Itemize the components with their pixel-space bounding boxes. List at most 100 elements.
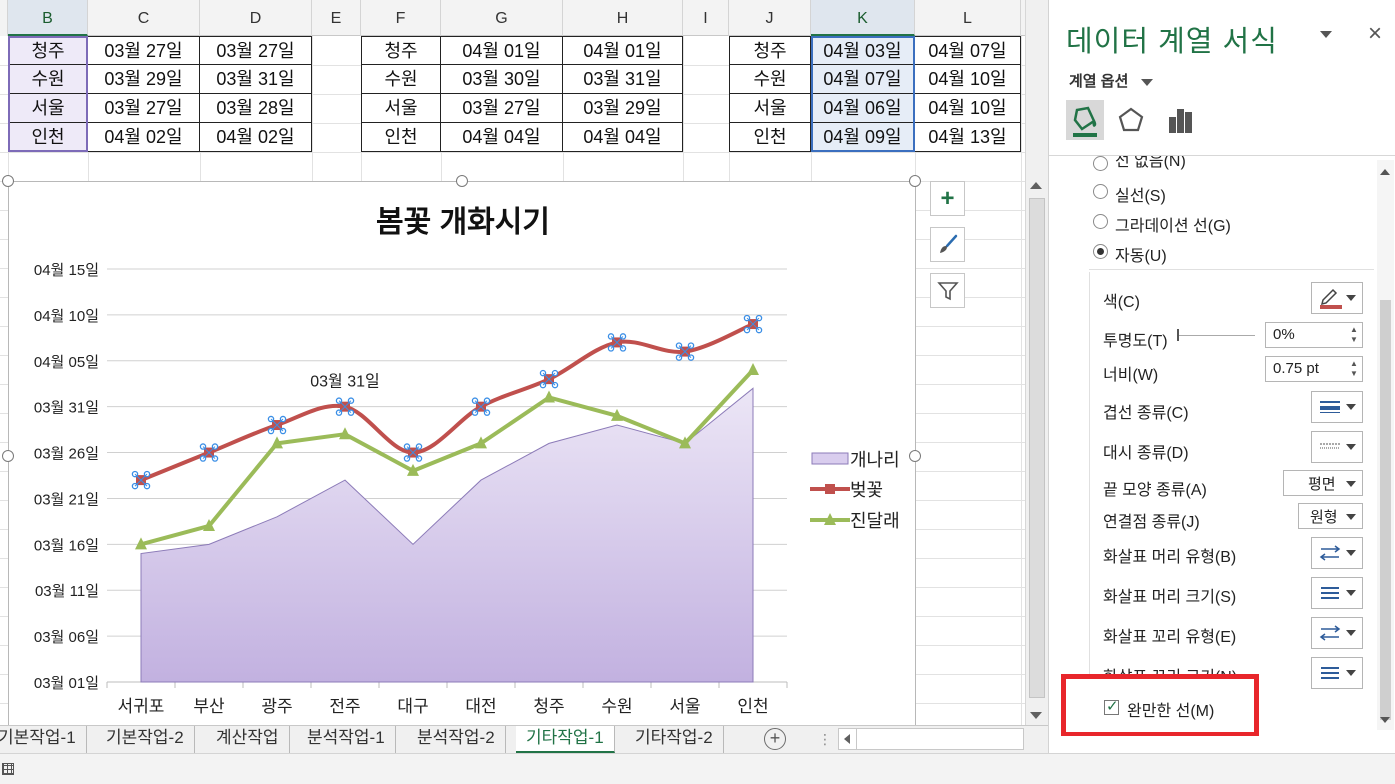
column-header-D[interactable]: D <box>200 0 312 36</box>
transparency-input[interactable]: 0% ▲ ▼ <box>1265 322 1363 348</box>
transparency-slider-thumb[interactable] <box>1177 329 1179 341</box>
table-cell[interactable]: 인천 <box>361 123 441 152</box>
tab-split-handle-icon[interactable]: ⋮ <box>818 731 832 747</box>
table-cell[interactable]: 04월 09일 <box>811 123 915 152</box>
chart-svg[interactable]: 봄꽃 개화시기 03월 01일03월 06일03월 11일03월 16일03월 … <box>9 182 917 725</box>
table-cell[interactable]: 04월 04일 <box>563 123 683 152</box>
column-header-H[interactable]: H <box>563 0 683 36</box>
sheet-tab[interactable]: 기본작업-1 <box>0 726 87 753</box>
sheet-tab[interactable]: 기타작업-1 <box>516 726 615 753</box>
table-cell[interactable]: 03월 27일 <box>88 36 200 65</box>
column-header-C[interactable]: C <box>88 0 200 36</box>
table-cell[interactable]: 03월 31일 <box>200 65 312 94</box>
chart-resize-handle[interactable] <box>2 175 14 187</box>
table-cell[interactable]: 03월 27일 <box>88 94 200 123</box>
table-cell[interactable]: 04월 04일 <box>441 123 563 152</box>
legend[interactable]: 개나리벚꽃진달래 <box>810 450 900 531</box>
sheet-tab[interactable]: 계산작업 <box>206 726 290 753</box>
table-cell[interactable]: 03월 30일 <box>441 65 563 94</box>
table-cell[interactable]: 03월 29일 <box>88 65 200 94</box>
table-cell[interactable]: 03월 27일 <box>200 36 312 65</box>
tab-effects[interactable] <box>1112 100 1150 140</box>
table-cell[interactable]: 04월 02일 <box>88 123 200 152</box>
spin-arrows-icon[interactable]: ▲ ▼ <box>1349 359 1359 379</box>
cap-type-dropdown[interactable]: 평면 <box>1283 470 1363 496</box>
worksheet[interactable]: BCDEFGHIJKL 청주 03월 27일 03월 27일 수원 03월 29일 03월… <box>0 0 1025 725</box>
spin-arrows-icon[interactable]: ▲ ▼ <box>1349 325 1359 345</box>
sheet-tab[interactable]: 기타작업-2 <box>625 726 724 753</box>
table-cell[interactable]: 04월 07일 <box>915 36 1021 65</box>
tab-fill-line[interactable] <box>1066 100 1104 140</box>
column-header-B[interactable]: B <box>8 0 88 36</box>
chart-filters-button[interactable] <box>930 273 965 308</box>
table-cell[interactable]: 수원 <box>8 65 88 94</box>
radio-solid-line[interactable] <box>1093 184 1108 199</box>
table-cell[interactable]: 서울 <box>729 94 811 123</box>
table-cell[interactable]: 03월 29일 <box>563 94 683 123</box>
sheet-tab[interactable]: 기본작업-2 <box>96 726 195 753</box>
chart-resize-handle[interactable] <box>909 450 921 462</box>
table-cell[interactable]: 수원 <box>361 65 441 94</box>
plot-area[interactable]: 03월 01일 03월 06일 03월 11일 03월 16일 03월 21일 03월 2… <box>34 262 788 716</box>
table-cell[interactable]: 03월 27일 <box>441 94 563 123</box>
sheet-vertical-scrollbar[interactable] <box>1025 0 1048 725</box>
radio-no-line[interactable] <box>1093 156 1108 171</box>
table-cell[interactable]: 03월 28일 <box>200 94 312 123</box>
data-label[interactable]: 03월 31일 <box>310 373 379 391</box>
chart-styles-button[interactable] <box>930 227 965 262</box>
chart-resize-handle[interactable] <box>909 175 921 187</box>
table-cell[interactable]: 서울 <box>8 94 88 123</box>
column-header-F[interactable]: F <box>361 0 441 36</box>
scroll-up-button[interactable] <box>1380 169 1390 175</box>
end-arrow-type-dropdown[interactable] <box>1311 617 1363 649</box>
table-cell[interactable]: 04월 01일 <box>441 36 563 65</box>
radio-automatic[interactable] <box>1093 244 1108 259</box>
pane-options-dropdown-icon[interactable] <box>1320 31 1332 38</box>
chart-resize-handle[interactable] <box>456 175 468 187</box>
table-cell[interactable]: 04월 02일 <box>200 123 312 152</box>
scroll-down-button[interactable] <box>1030 712 1042 719</box>
transparency-slider[interactable] <box>1177 329 1255 341</box>
color-picker-button[interactable] <box>1311 282 1363 314</box>
sheet-tab[interactable]: 분석작업-2 <box>407 726 506 753</box>
column-header-G[interactable]: G <box>441 0 563 36</box>
data-point-marker[interactable] <box>543 390 555 403</box>
scroll-thumb[interactable] <box>1380 300 1391 720</box>
table-cell[interactable]: 04월 03일 <box>811 36 915 65</box>
begin-arrow-size-dropdown[interactable] <box>1311 577 1363 609</box>
table-cell[interactable]: 인천 <box>729 123 811 152</box>
tab-series-options[interactable] <box>1162 100 1200 140</box>
table-cell[interactable]: 청주 <box>361 36 441 65</box>
table-cell[interactable]: 04월 10일 <box>915 94 1021 123</box>
table-cell[interactable]: 청주 <box>8 36 88 65</box>
width-input[interactable]: 0.75 pt ▲ ▼ <box>1265 356 1363 382</box>
add-sheet-button[interactable]: + <box>764 728 786 750</box>
sheet-tab[interactable]: 분석작업-1 <box>297 726 396 753</box>
radio-gradient-line[interactable] <box>1093 214 1108 229</box>
begin-arrow-type-dropdown[interactable] <box>1311 537 1363 569</box>
chart-resize-handle[interactable] <box>2 450 14 462</box>
chart-title[interactable]: 봄꽃 개화시기 <box>376 206 550 239</box>
compound-type-dropdown[interactable] <box>1311 391 1363 423</box>
table-cell[interactable]: 서울 <box>361 94 441 123</box>
data-point-marker[interactable] <box>747 362 759 375</box>
table-cell[interactable]: 04월 06일 <box>811 94 915 123</box>
scroll-left-button[interactable] <box>844 734 850 744</box>
scroll-thumb[interactable] <box>1029 198 1045 698</box>
table-cell[interactable]: 인천 <box>8 123 88 152</box>
smooth-line-checkbox[interactable]: ✓ <box>1104 698 1119 715</box>
pane-close-button[interactable]: × <box>1368 20 1382 48</box>
pane-vertical-scrollbar[interactable] <box>1377 160 1394 730</box>
scroll-up-button[interactable] <box>1030 182 1042 189</box>
column-header-L[interactable]: L <box>915 0 1021 36</box>
table-cell[interactable]: 수원 <box>729 65 811 94</box>
series-options-dropdown[interactable]: 계열 옵션 <box>1069 70 1153 91</box>
column-header-I[interactable]: I <box>683 0 729 36</box>
chart-elements-button[interactable]: + <box>930 181 965 216</box>
scroll-down-button[interactable] <box>1380 717 1390 723</box>
table-cell[interactable]: 03월 31일 <box>563 65 683 94</box>
table-cell[interactable]: 청주 <box>729 36 811 65</box>
table-cell[interactable]: 04월 07일 <box>811 65 915 94</box>
chart-area[interactable]: 봄꽃 개화시기 03월 01일 03월 06일 03월 11일 03월 16일 03월 … <box>2 175 921 725</box>
table-cell[interactable]: 04월 10일 <box>915 65 1021 94</box>
